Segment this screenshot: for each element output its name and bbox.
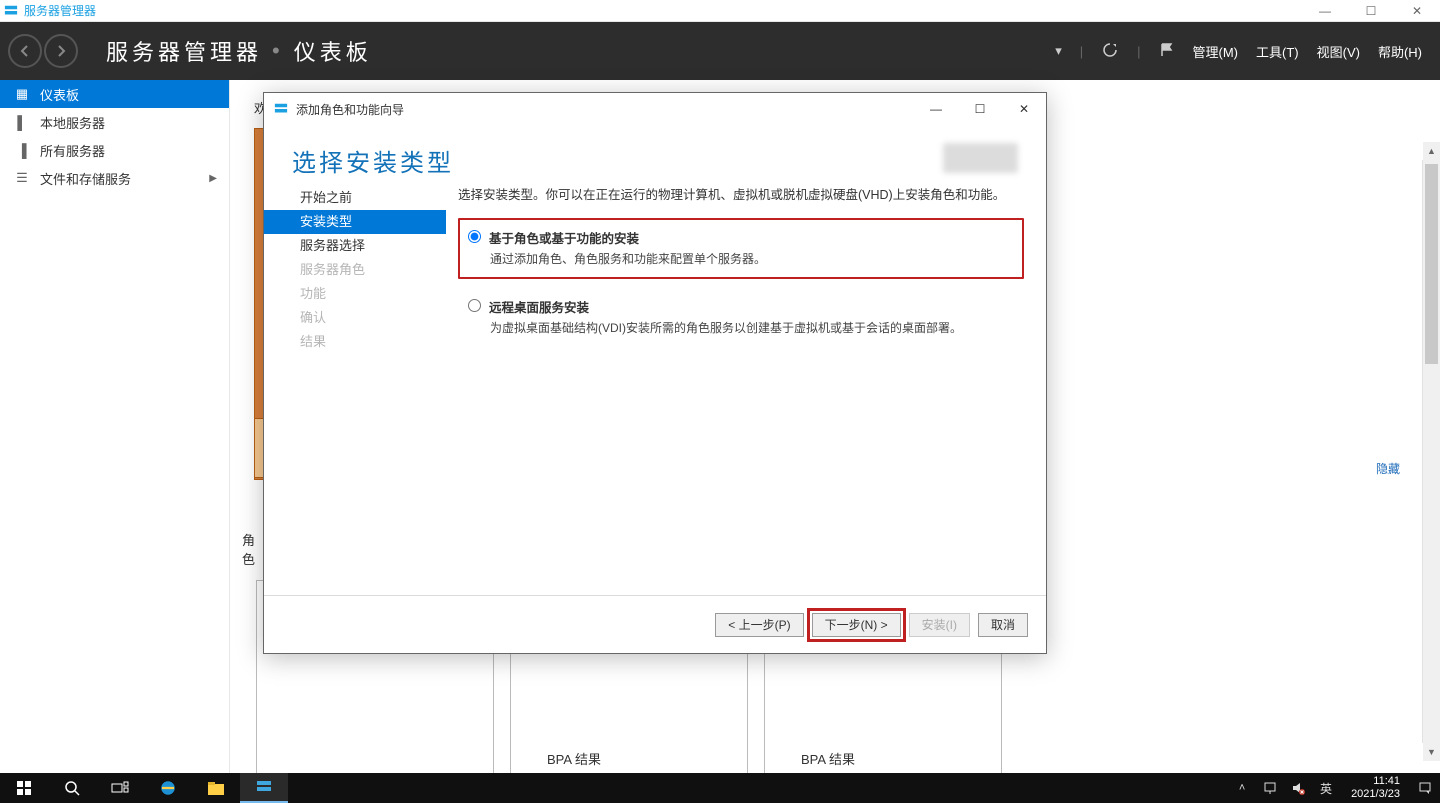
chevron-right-icon: ▶ bbox=[209, 173, 217, 184]
wizard-step-results: 结果 bbox=[292, 330, 440, 354]
server-icon: ▌ bbox=[14, 115, 30, 130]
taskview-button[interactable] bbox=[96, 773, 144, 803]
sidebar: ▦ 仪表板 ▌ 本地服务器 ▐ 所有服务器 ☰ 文件和存储服务 ▶ bbox=[0, 80, 230, 773]
window-close[interactable]: ✕ bbox=[1394, 0, 1440, 22]
wizard-step-confirm: 确认 bbox=[292, 306, 440, 330]
server-manager-icon bbox=[4, 4, 18, 18]
server-manager-icon bbox=[274, 102, 288, 116]
target-server-label bbox=[943, 143, 1018, 173]
nav-forward-button[interactable] bbox=[44, 34, 78, 68]
wizard-footer: < 上一步(P) 下一步(N) > 安装(I) 取消 bbox=[264, 595, 1046, 653]
radio-role-based[interactable] bbox=[468, 230, 481, 243]
sidebar-item-local-server[interactable]: ▌ 本地服务器 bbox=[0, 108, 229, 136]
taskbar-server-manager[interactable] bbox=[240, 773, 288, 803]
next-button[interactable]: 下一步(N) > bbox=[812, 613, 901, 637]
menu-view[interactable]: 视图(V) bbox=[1317, 42, 1360, 61]
roles-group-title: 角色 bbox=[242, 530, 257, 568]
app-header: 服务器管理器 • 仪表板 ▾ | | 管理(M) 工具(T) 视图(V) 帮助(… bbox=[0, 22, 1440, 80]
radio-rds[interactable] bbox=[468, 299, 481, 312]
window-minimize[interactable]: — bbox=[1302, 0, 1348, 22]
sidebar-item-dashboard[interactable]: ▦ 仪表板 bbox=[0, 80, 229, 108]
taskbar-explorer[interactable] bbox=[192, 773, 240, 803]
start-button[interactable] bbox=[0, 773, 48, 803]
option-title: 基于角色或基于功能的安装 bbox=[489, 228, 639, 247]
menu-manage[interactable]: 管理(M) bbox=[1193, 42, 1239, 61]
window-maximize[interactable]: ☐ bbox=[1348, 0, 1394, 22]
wizard-step-install-type[interactable]: 安装类型 bbox=[264, 210, 446, 234]
flag-icon[interactable] bbox=[1159, 42, 1175, 61]
wizard-close[interactable]: ✕ bbox=[1002, 93, 1046, 125]
wizard-steps: 开始之前 安装类型 服务器选择 服务器角色 功能 确认 结果 bbox=[264, 186, 440, 595]
wizard-step-server-roles: 服务器角色 bbox=[292, 258, 440, 282]
wizard-heading: 选择安装类型 bbox=[292, 143, 454, 178]
wizard-step-server-selection[interactable]: 服务器选择 bbox=[292, 234, 440, 258]
prev-button[interactable]: < 上一步(P) bbox=[715, 613, 803, 637]
wizard-maximize[interactable]: ☐ bbox=[958, 93, 1002, 125]
hide-link[interactable]: 隐藏 bbox=[1376, 460, 1400, 477]
tray-clock[interactable]: 11:41 2021/3/23 bbox=[1345, 773, 1406, 803]
main-scrollbar[interactable]: ▲ ▼ bbox=[1422, 160, 1440, 743]
sidebar-item-label: 仪表板 bbox=[40, 85, 79, 104]
breadcrumb-app: 服务器管理器 bbox=[106, 35, 262, 67]
wizard-step-features: 功能 bbox=[292, 282, 440, 306]
sidebar-item-label: 本地服务器 bbox=[40, 113, 105, 132]
sidebar-item-file-storage[interactable]: ☰ 文件和存储服务 ▶ bbox=[0, 164, 229, 192]
wizard-step-before-begin[interactable]: 开始之前 bbox=[292, 186, 440, 210]
menu-tools[interactable]: 工具(T) bbox=[1256, 42, 1299, 61]
option-desc: 通过添加角色、角色服务和功能来配置单个服务器。 bbox=[490, 251, 1010, 267]
nav-back-button[interactable] bbox=[8, 34, 42, 68]
tray-volume-icon[interactable] bbox=[1289, 781, 1307, 795]
servers-icon: ▐ bbox=[14, 143, 30, 158]
breadcrumb-page: 仪表板 bbox=[294, 35, 372, 67]
taskbar: ˄ 英 11:41 2021/3/23 bbox=[0, 773, 1440, 803]
dropdown-icon[interactable]: ▾ bbox=[1055, 43, 1062, 59]
storage-icon: ☰ bbox=[14, 170, 30, 186]
window-title: 服务器管理器 bbox=[24, 2, 96, 19]
option-desc: 为虚拟桌面基础结构(VDI)安装所需的角色服务以创建基于虚拟机或基于会话的桌面部… bbox=[490, 320, 1010, 336]
tray-network-icon[interactable] bbox=[1261, 781, 1279, 795]
sidebar-item-label: 所有服务器 bbox=[40, 141, 105, 160]
tray-notifications-icon[interactable] bbox=[1416, 781, 1434, 795]
refresh-icon[interactable] bbox=[1101, 41, 1119, 62]
install-option-role-based[interactable]: 基于角色或基于功能的安装 通过添加角色、角色服务和功能来配置单个服务器。 bbox=[458, 218, 1024, 279]
scroll-down-icon[interactable]: ▼ bbox=[1423, 743, 1440, 761]
wizard-titlebar[interactable]: 添加角色和功能向导 — ☐ ✕ bbox=[264, 93, 1046, 125]
bpa-label: BPA 结果 bbox=[547, 749, 601, 768]
tray-time: 11:41 bbox=[1351, 775, 1400, 788]
menu-help[interactable]: 帮助(H) bbox=[1378, 42, 1422, 61]
breadcrumb-sep-icon: • bbox=[272, 38, 284, 64]
search-button[interactable] bbox=[48, 773, 96, 803]
tray-chevron-icon[interactable]: ˄ bbox=[1233, 782, 1251, 794]
scrollbar-thumb[interactable] bbox=[1425, 164, 1438, 364]
option-title: 远程桌面服务安装 bbox=[489, 297, 589, 316]
wizard-title: 添加角色和功能向导 bbox=[296, 101, 404, 118]
wizard-intro-text: 选择安装类型。你可以在正在运行的物理计算机、虚拟机或脱机虚拟硬盘(VHD)上安装… bbox=[458, 186, 1024, 204]
tray-date: 2021/3/23 bbox=[1351, 788, 1400, 801]
install-button: 安装(I) bbox=[909, 613, 970, 637]
wizard-minimize[interactable]: — bbox=[914, 93, 958, 125]
add-roles-wizard-dialog: 添加角色和功能向导 — ☐ ✕ 选择安装类型 开始之前 安装类型 服务器选择 服… bbox=[263, 92, 1047, 654]
tray-ime[interactable]: 英 bbox=[1317, 780, 1335, 797]
sidebar-item-all-servers[interactable]: ▐ 所有服务器 bbox=[0, 136, 229, 164]
sidebar-item-label: 文件和存储服务 bbox=[40, 169, 131, 188]
install-option-rds[interactable]: 远程桌面服务安装 为虚拟桌面基础结构(VDI)安装所需的角色服务以创建基于虚拟机… bbox=[458, 287, 1024, 348]
scroll-up-icon[interactable]: ▲ bbox=[1423, 142, 1440, 160]
cancel-button[interactable]: 取消 bbox=[978, 613, 1028, 637]
taskbar-ie[interactable] bbox=[144, 773, 192, 803]
window-titlebar: 服务器管理器 — ☐ ✕ bbox=[0, 0, 1440, 22]
bpa-label: BPA 结果 bbox=[801, 749, 855, 768]
dashboard-icon: ▦ bbox=[14, 86, 30, 102]
